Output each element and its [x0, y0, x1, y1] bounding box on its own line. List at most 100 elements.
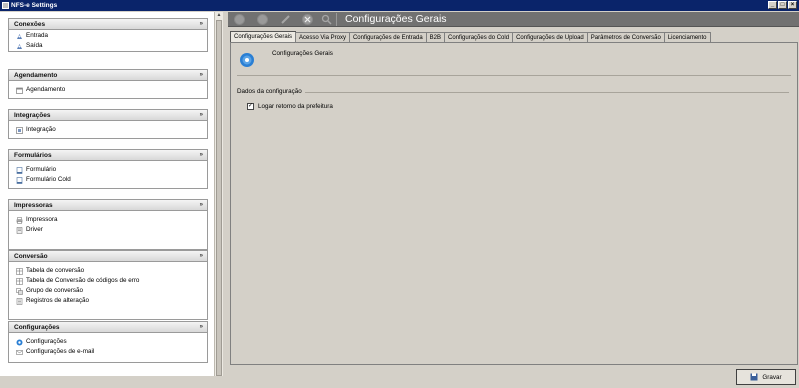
sidebar-scrollbar[interactable]: ▲ [214, 12, 223, 376]
sidebar-item-agendamento[interactable]: Agendamento [9, 85, 207, 95]
section-agendamento: Agendamento » Agendamento [8, 69, 208, 99]
sidebar-item-formulario[interactable]: Formulário [9, 165, 207, 175]
group-icon [16, 287, 23, 295]
tab-licenciamento[interactable]: Licenciamento [663, 32, 711, 42]
window-title: NFS-e Settings [11, 2, 58, 9]
sidebar-item-tabela-erros[interactable]: Tabela de Conversão de códigos de erro [9, 276, 207, 286]
section-header[interactable]: Conexões » [9, 19, 207, 30]
main-area: Configurações Gerais Configurações Gerai… [228, 12, 799, 388]
tab-strip: Configurações Gerais Acesso Via Proxy Co… [230, 31, 711, 42]
connection-icon [17, 33, 22, 39]
sidebar-item-configuracoes[interactable]: Configurações [9, 337, 207, 347]
item-label: Formulário Cold [26, 176, 71, 183]
scroll-up-arrow-icon[interactable]: ▲ [216, 12, 222, 19]
sidebar-item-configuracoes-email[interactable]: Configurações de e-mail [9, 347, 207, 357]
sidebar-item-registros-alteracao[interactable]: Registros de alteração [9, 296, 207, 306]
tab-parametros-conversao[interactable]: Parâmetros de Conversão [586, 32, 665, 42]
section-header[interactable]: Formulários » [9, 150, 207, 161]
tab-panel: Configurações Gerais Dados da configuraç… [230, 42, 798, 365]
section-title: Conexões [14, 21, 46, 28]
scrollbar-thumb[interactable] [216, 20, 222, 376]
sidebar-item-driver[interactable]: Driver [9, 225, 207, 235]
section-title: Configurações [14, 324, 60, 331]
integration-icon [16, 126, 23, 134]
collapse-chevron-icon[interactable]: » [200, 200, 203, 211]
maximize-button[interactable]: □ [778, 1, 787, 9]
table-icon [16, 267, 23, 275]
section-integracoes: Integrações » Integração [8, 109, 208, 139]
section-formularios: Formulários » Formulário Formulário Cold [8, 149, 208, 189]
item-label: Integração [26, 126, 56, 133]
collapse-chevron-icon[interactable]: » [200, 322, 203, 333]
section-header[interactable]: Integrações » [9, 110, 207, 121]
sidebar-item-formulario-cold[interactable]: Formulário Cold [9, 175, 207, 185]
section-header[interactable]: Conversão » [9, 251, 207, 262]
sidebar-item-integracao[interactable]: Integração [9, 125, 207, 135]
driver-icon [16, 226, 23, 234]
tab-configuracoes-gerais[interactable]: Configurações Gerais [230, 31, 297, 42]
add-icon[interactable] [234, 14, 245, 25]
save-label: Gravar [762, 373, 782, 381]
section-title: Formulários [14, 152, 52, 159]
section-header[interactable]: Impressoras » [9, 200, 207, 211]
collapse-chevron-icon[interactable]: » [200, 150, 203, 161]
sidebar-item-tabela-conversao[interactable]: Tabela de conversão [9, 266, 207, 276]
sidebar-item-entrada[interactable]: Entrada [9, 31, 207, 41]
tab-configuracoes-cold[interactable]: Configurações do Cold [444, 32, 514, 42]
refresh-icon[interactable] [257, 14, 268, 25]
collapse-chevron-icon[interactable]: » [200, 70, 203, 81]
section-title: Impressoras [14, 202, 53, 209]
tab-configuracoes-entrada[interactable]: Configurações de Entrada [348, 32, 427, 42]
sidebar-item-impressora[interactable]: Impressora [9, 215, 207, 225]
tab-configuracoes-upload[interactable]: Configurações de Upload [512, 32, 588, 42]
item-label: Tabela de Conversão de códigos de erro [26, 277, 140, 284]
app-icon [2, 2, 9, 9]
tab-acesso-via-proxy[interactable]: Acesso Via Proxy [295, 32, 350, 42]
log-icon [16, 297, 23, 305]
section-conversao: Conversão » Tabela de conversão Tabela de… [8, 250, 208, 320]
group-label: Dados da configuração [237, 88, 305, 95]
divider [237, 75, 791, 76]
collapse-chevron-icon[interactable]: » [200, 110, 203, 121]
save-button[interactable]: Gravar [736, 369, 796, 385]
sidebar-item-grupo-conversao[interactable]: Grupo de conversão [9, 286, 207, 296]
section-conexoes: Conexões » Entrada Saída [8, 18, 208, 52]
save-icon [750, 373, 758, 381]
close-button[interactable]: × [788, 1, 797, 9]
search-icon[interactable] [321, 14, 332, 25]
edit-icon[interactable] [280, 14, 291, 25]
table-icon [16, 277, 23, 285]
item-label: Configurações [26, 338, 67, 345]
form-icon [16, 176, 23, 184]
section-header[interactable]: Agendamento » [9, 70, 207, 81]
section-title: Conversão [14, 253, 48, 260]
item-label: Driver [26, 226, 43, 233]
item-label: Tabela de conversão [26, 267, 85, 274]
logar-retorno-row[interactable]: ✓ Logar retorno da prefeitura [247, 103, 333, 110]
logar-retorno-checkbox[interactable]: ✓ [247, 103, 254, 110]
section-configuracoes: Configurações » Configurações Configuraçõ… [8, 321, 208, 363]
printer-icon [16, 216, 23, 224]
delete-icon[interactable] [302, 14, 313, 25]
item-label: Saída [26, 42, 43, 49]
gear-icon [240, 53, 254, 67]
sidebar: Conexões » Entrada Saída Agendamento » Age… [0, 12, 214, 376]
tab-b2b[interactable]: B2B [425, 32, 446, 42]
section-header[interactable]: Configurações » [9, 322, 207, 333]
window-titlebar: NFS-e Settings _ □ × [0, 0, 799, 11]
minimize-button[interactable]: _ [768, 1, 777, 9]
connection-icon [17, 43, 22, 49]
item-label: Impressora [26, 216, 58, 223]
group-divider [291, 92, 789, 93]
sidebar-item-saida[interactable]: Saída [9, 41, 207, 51]
toolbar: Configurações Gerais [228, 12, 799, 27]
item-label: Registros de alteração [26, 297, 90, 304]
section-impressoras: Impressoras » Impressora Driver [8, 199, 208, 250]
panel-title: Configurações Gerais [272, 50, 333, 57]
collapse-chevron-icon[interactable]: » [200, 251, 203, 262]
section-title: Agendamento [14, 72, 58, 79]
toolbar-separator [336, 13, 337, 26]
section-title: Integrações [14, 112, 51, 119]
gear-icon [16, 339, 23, 345]
collapse-chevron-icon[interactable]: » [200, 19, 203, 30]
